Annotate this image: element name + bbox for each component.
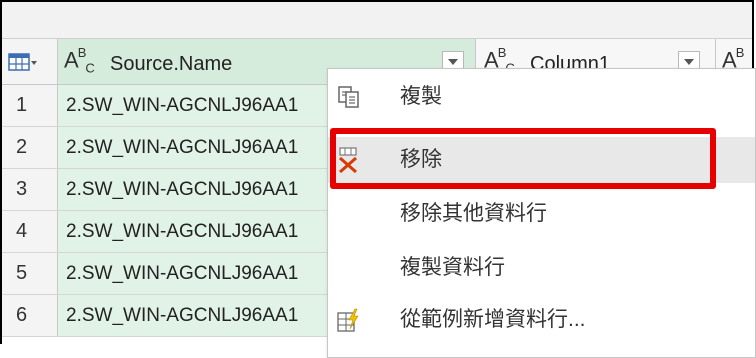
row-number: 5 bbox=[2, 253, 58, 294]
menu-item-remove-other-columns[interactable]: 移除其他資料行 bbox=[328, 191, 755, 237]
row-number: 4 bbox=[2, 211, 58, 252]
highlight-box bbox=[330, 128, 716, 189]
menu-item-duplicate-column[interactable]: 複製資料行 bbox=[328, 245, 755, 291]
row-number: 2 bbox=[2, 127, 58, 168]
table-menu-button[interactable] bbox=[2, 39, 58, 84]
column-title: Source.Name bbox=[110, 53, 233, 75]
row-number: 3 bbox=[2, 169, 58, 210]
menu-item-label: 複製資料行 bbox=[400, 256, 505, 279]
text-type-icon[interactable]: ABC bbox=[64, 45, 95, 76]
menu-item-label: 從範例新增資料行... bbox=[400, 308, 586, 331]
menu-item-label: 移除其他資料行 bbox=[400, 202, 547, 225]
menu-item-column-from-examples[interactable]: 從範例新增資料行... bbox=[328, 297, 755, 343]
table-icon bbox=[8, 53, 37, 71]
row-number: 6 bbox=[2, 295, 58, 336]
menu-item-label: 複製 bbox=[400, 85, 442, 108]
row-number: 1 bbox=[2, 85, 58, 126]
menu-item-copy[interactable]: 複製 bbox=[328, 74, 755, 120]
column-from-examples-icon bbox=[337, 308, 359, 332]
context-menu: 複製 移除 移除其他資料行 複製資料行 從範例新增資料行... bbox=[327, 68, 756, 358]
copy-icon bbox=[338, 86, 359, 108]
toolbar-strip bbox=[2, 2, 752, 39]
